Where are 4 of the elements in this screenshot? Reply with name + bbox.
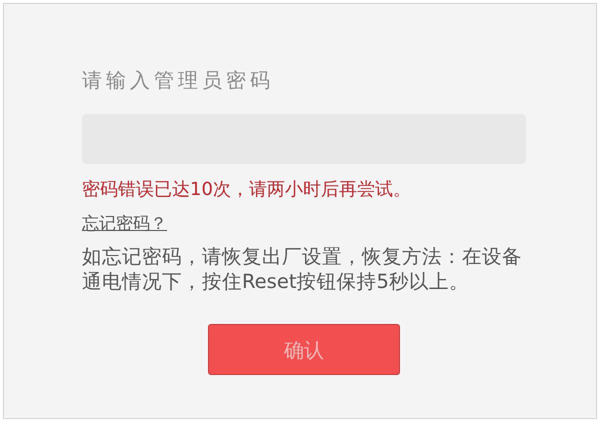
help-text: 如忘记密码，请恢复出厂设置，恢复方法：在设备通电情况下，按住Reset按钮保持5秒以上。 xyxy=(82,244,523,294)
field-label: 请输入管理员密码 xyxy=(82,67,275,94)
error-message: 密码错误已达10次，请两小时后再尝试。 xyxy=(82,178,412,202)
forgot-password-link[interactable]: 忘记密码？ xyxy=(82,212,167,236)
